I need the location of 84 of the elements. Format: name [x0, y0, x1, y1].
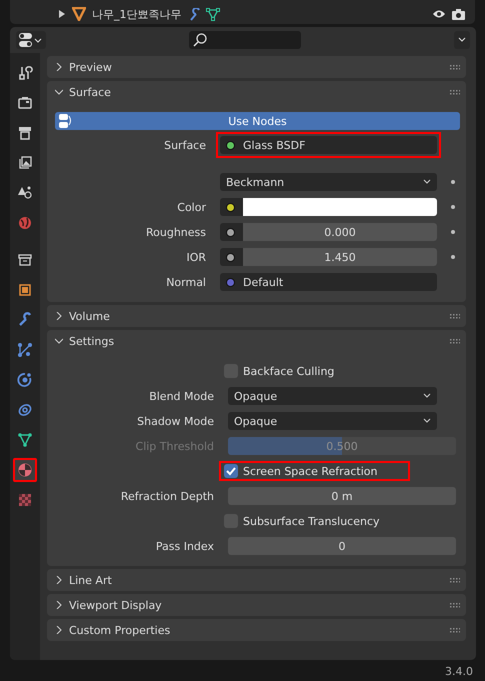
keyframe-dot[interactable]	[451, 205, 455, 209]
field-label: Surface	[163, 138, 207, 152]
chevron-icon	[55, 63, 63, 71]
drag-handle-icon[interactable]	[450, 90, 460, 94]
nodes-toggle-icon	[58, 114, 72, 128]
options-button[interactable]	[454, 31, 470, 49]
chevron-icon	[55, 312, 63, 320]
panel-header[interactable]: Line Art	[47, 569, 466, 591]
checkbox[interactable]	[224, 464, 238, 478]
printer-icon	[17, 125, 33, 141]
object-name[interactable]: 나무_1단뾰족나무	[92, 6, 182, 22]
drag-handle-icon[interactable]	[450, 338, 460, 344]
cone-icon	[72, 7, 86, 21]
chevron-icon	[55, 626, 63, 634]
panel-header[interactable]: Preview	[47, 56, 466, 78]
panel-header[interactable]: Settings	[47, 330, 466, 352]
square-icon	[17, 282, 33, 298]
drag-handle-icon[interactable]	[450, 628, 460, 632]
field-label: Clip Threshold	[134, 440, 215, 452]
field-label: Normal	[165, 276, 207, 288]
keyframe-dot[interactable]	[451, 230, 455, 234]
number-field[interactable]: 0 m	[228, 487, 456, 505]
sphere-icon	[17, 462, 33, 478]
field-label: Refraction Depth	[120, 490, 215, 502]
shader-field[interactable]: Default	[220, 273, 437, 291]
field-label: Pass Index	[154, 540, 215, 552]
panel-header[interactable]: Viewport Display	[47, 594, 466, 616]
checkbox-label[interactable]: Screen Space Refraction	[243, 464, 378, 478]
drag-handle-icon[interactable]	[450, 602, 460, 608]
field-label: Shadow Mode	[136, 414, 215, 428]
checker-icon	[17, 492, 33, 508]
chevron-icon	[423, 393, 431, 399]
chevron-icon	[55, 576, 63, 584]
dropdown[interactable]: Opaque	[228, 387, 437, 405]
checkbox-label[interactable]: Subsurface Translucency	[243, 514, 380, 528]
chevron-icon	[55, 88, 63, 96]
keyframe-dot[interactable]	[451, 255, 455, 259]
drag-handle-icon[interactable]	[450, 64, 460, 70]
triangle-mesh-icon	[17, 432, 33, 448]
shader-field[interactable]: Glass BSDF	[220, 136, 437, 154]
use-nodes-button[interactable]: Use Nodes	[55, 112, 460, 130]
dropdown[interactable]: Beckmann	[220, 173, 437, 191]
version-label: 3.4.0	[445, 665, 473, 678]
eye-icon[interactable]	[432, 9, 446, 19]
editor-type-button[interactable]	[16, 31, 46, 49]
field-label: Blend Mode	[148, 390, 215, 402]
field-label: Color	[176, 200, 207, 214]
panel-header[interactable]: Custom Properties	[47, 619, 466, 641]
field-label: Roughness	[144, 226, 207, 238]
wrench-icon[interactable]	[188, 8, 200, 20]
tools-icon	[17, 65, 33, 81]
globe-icon	[17, 215, 33, 231]
shapes-icon	[17, 185, 33, 201]
camera-icon[interactable]	[452, 8, 465, 20]
panel-header[interactable]: Surface	[47, 81, 466, 103]
orbit-icon	[17, 372, 33, 388]
nodes-icon	[17, 342, 33, 358]
color-swatch[interactable]	[243, 198, 437, 216]
properties-tab[interactable]	[13, 458, 37, 482]
box-icon	[17, 252, 33, 268]
checkbox-label[interactable]: Backface Culling	[243, 364, 334, 378]
images-icon	[17, 155, 33, 171]
chevron-icon	[423, 179, 431, 185]
mesh-icon[interactable]	[206, 8, 220, 20]
search-field[interactable]	[189, 31, 301, 49]
toggle-icon	[19, 33, 43, 47]
wrench-icon	[17, 312, 33, 328]
keyframe-dot[interactable]	[451, 180, 455, 184]
drag-handle-icon[interactable]	[450, 578, 460, 582]
chevron-icon	[55, 601, 63, 609]
expand-arrow-icon[interactable]	[58, 10, 66, 18]
number-field[interactable]: 0.000	[243, 223, 437, 241]
dropdown[interactable]: Opaque	[228, 412, 437, 430]
camera-back-icon	[17, 95, 33, 111]
chevron-icon	[423, 418, 431, 424]
number-field[interactable]: 0	[228, 537, 456, 555]
check-icon	[226, 466, 236, 476]
number-field[interactable]: 1.450	[243, 248, 437, 266]
field-label: IOR	[185, 250, 207, 264]
link-icon	[17, 402, 33, 418]
search-icon	[193, 33, 207, 47]
drag-handle-icon[interactable]	[450, 314, 460, 318]
panel-header[interactable]: Volume	[47, 305, 466, 327]
chevron-icon	[55, 337, 63, 345]
